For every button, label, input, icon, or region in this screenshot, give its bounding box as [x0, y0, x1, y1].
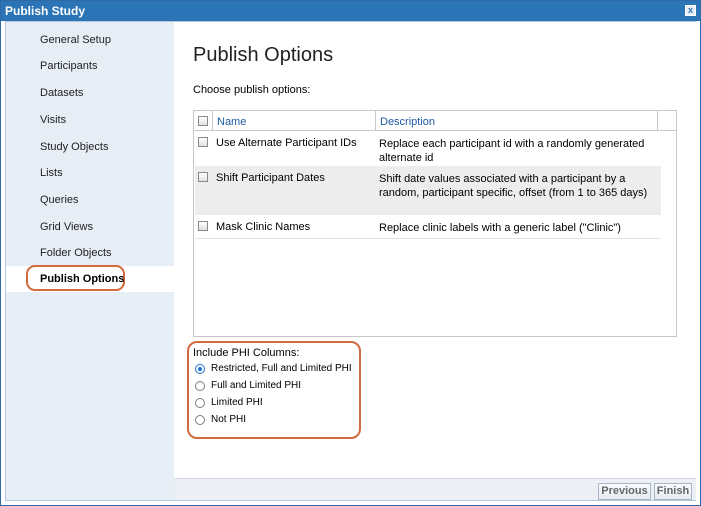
phi-radio-not-phi[interactable] [195, 415, 205, 425]
row-description: Replace each participant id with a rando… [379, 138, 645, 164]
sidebar: General Setup Participants Datasets Visi… [6, 22, 174, 500]
sidebar-item-folder-objects[interactable]: Folder Objects [40, 247, 112, 259]
row-name: Mask Clinic Names [216, 221, 311, 233]
phi-option-label[interactable]: Restricted, Full and Limited PHI [211, 363, 352, 374]
row-checkbox[interactable] [198, 172, 208, 182]
column-divider [657, 111, 658, 131]
phi-radio-full-limited[interactable] [195, 381, 205, 391]
dialog-titlebar[interactable]: Publish Study x [1, 1, 700, 21]
table-row[interactable]: Use Alternate Participant IDs Replace ea… [195, 131, 661, 165]
phi-option-label[interactable]: Full and Limited PHI [211, 380, 301, 391]
row-checkbox[interactable] [198, 137, 208, 147]
table-row[interactable]: Mask Clinic Names Replace clinic labels … [195, 216, 661, 239]
sidebar-item-general-setup[interactable]: General Setup [40, 34, 111, 46]
column-header-description[interactable]: Description [380, 116, 435, 128]
table-row[interactable]: Shift Participant Dates Shift date value… [195, 166, 661, 215]
row-name: Use Alternate Participant IDs [216, 137, 357, 149]
previous-button[interactable]: Previous [598, 483, 651, 500]
publish-options-grid: Name Description Use Alternate Participa… [193, 110, 677, 337]
sidebar-item-label-active: Publish Options [40, 273, 125, 285]
instruction-text: Choose publish options: [193, 84, 311, 96]
sidebar-item-participants[interactable]: Participants [40, 60, 97, 72]
column-divider [375, 111, 376, 131]
sidebar-item-study-objects[interactable]: Study Objects [40, 141, 108, 153]
row-checkbox[interactable] [198, 221, 208, 231]
close-icon[interactable]: x [685, 5, 696, 16]
phi-columns-label: Include PHI Columns: [193, 347, 300, 359]
column-header-name[interactable]: Name [217, 116, 246, 128]
row-description: Shift date values associated with a part… [379, 173, 648, 199]
select-all-checkbox[interactable] [198, 116, 208, 126]
dialog-footer: Previous Finish [174, 478, 696, 500]
row-name: Shift Participant Dates [216, 172, 325, 184]
row-description: Replace clinic labels with a generic lab… [379, 222, 621, 234]
column-divider [212, 111, 213, 131]
sidebar-item-grid-views[interactable]: Grid Views [40, 221, 93, 233]
finish-button[interactable]: Finish [654, 483, 692, 500]
phi-option-label[interactable]: Not PHI [211, 414, 246, 425]
dialog-title: Publish Study [5, 4, 86, 18]
sidebar-item-datasets[interactable]: Datasets [40, 87, 83, 99]
phi-option-label[interactable]: Limited PHI [211, 397, 263, 408]
sidebar-item-visits[interactable]: Visits [40, 114, 66, 126]
phi-radio-restricted[interactable] [195, 364, 205, 374]
sidebar-item-queries[interactable]: Queries [40, 194, 79, 206]
phi-radio-limited[interactable] [195, 398, 205, 408]
page-title: Publish Options [193, 44, 334, 66]
sidebar-item-lists[interactable]: Lists [40, 167, 63, 179]
